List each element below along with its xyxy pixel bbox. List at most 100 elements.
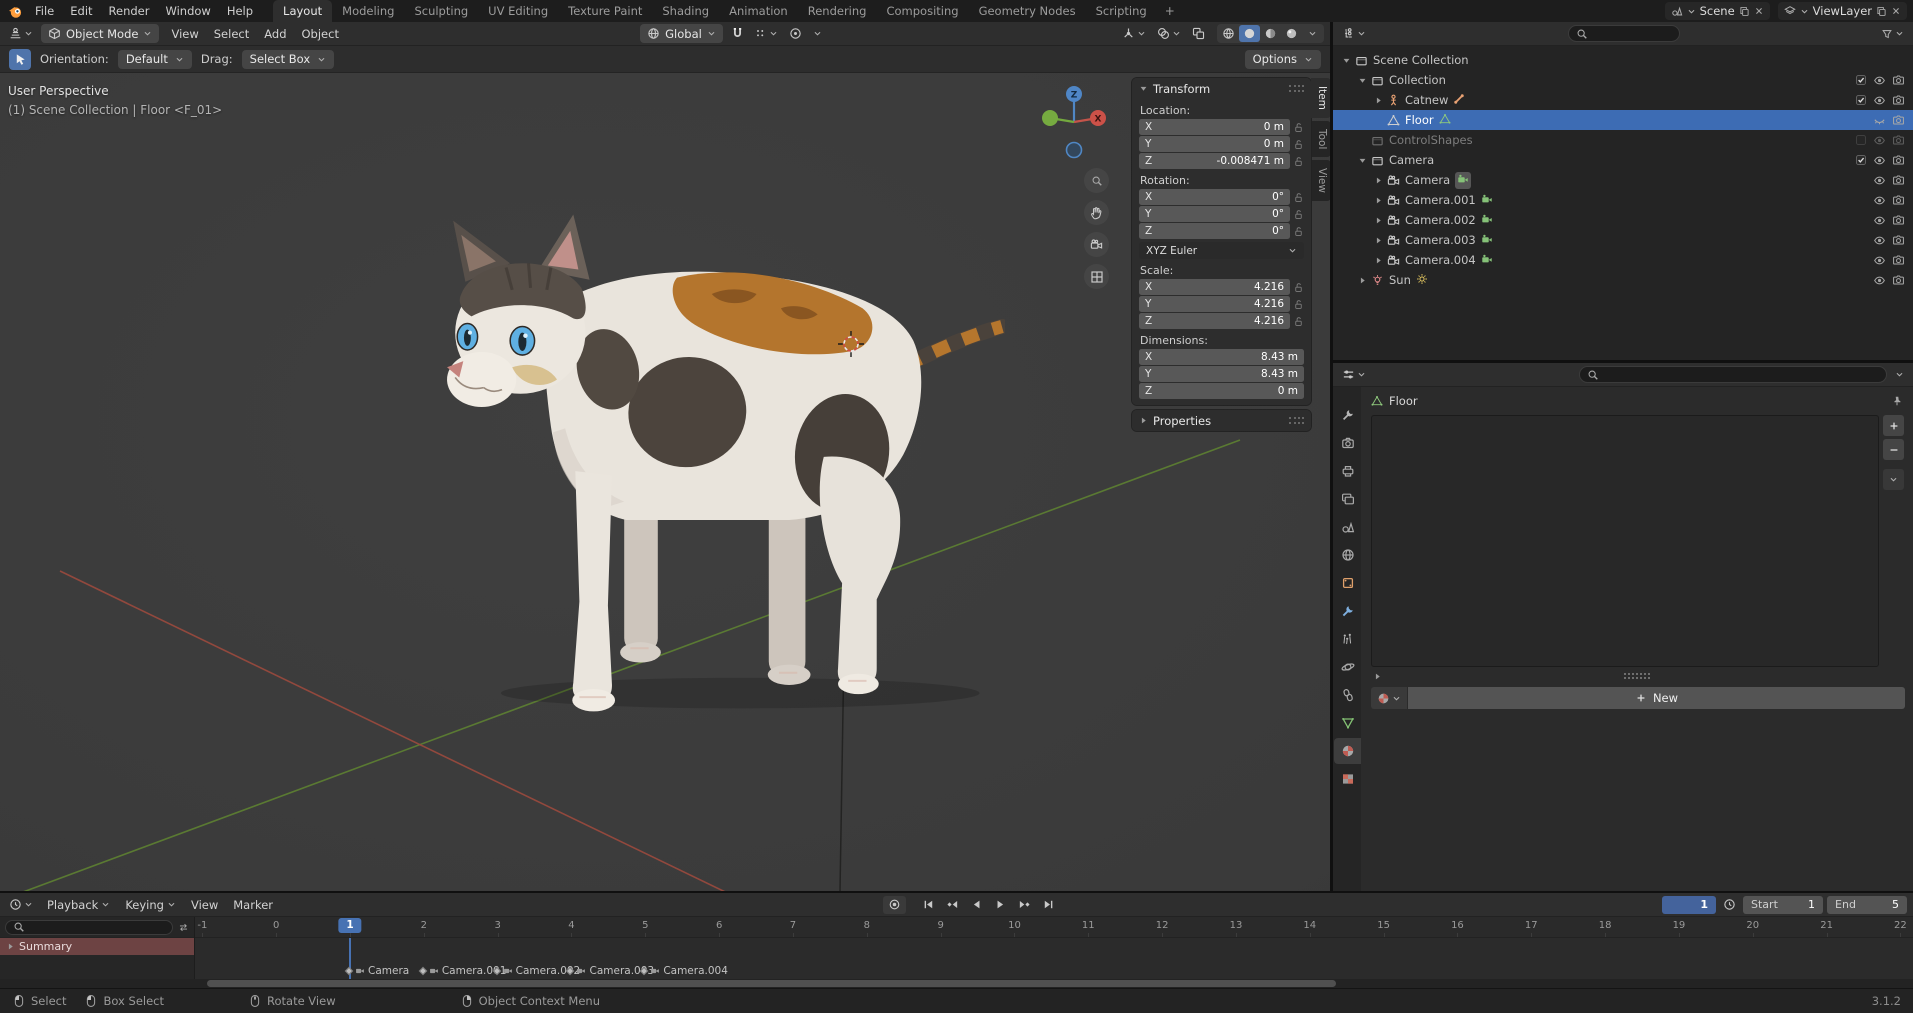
transform-rotation-y-field[interactable]: Y 0° [1139, 206, 1290, 222]
play-button[interactable] [989, 896, 1012, 914]
frame-start-field[interactable]: Start 1 [1743, 895, 1824, 914]
menu-render[interactable]: Render [101, 2, 158, 20]
properties-tab-world[interactable] [1334, 542, 1361, 568]
properties-tab-physics[interactable] [1334, 654, 1361, 680]
timeline-scrollbar[interactable] [0, 979, 1913, 988]
proportional-editing-toggle[interactable] [786, 25, 805, 42]
pin-icon[interactable] [1891, 395, 1903, 407]
properties-tab-view-layer[interactable] [1334, 486, 1361, 512]
snap-toggle[interactable] [728, 25, 747, 42]
hide-viewport-toggle[interactable] [1870, 194, 1889, 207]
properties-tab-object[interactable] [1334, 570, 1361, 596]
remove-slot-button[interactable] [1883, 439, 1904, 460]
hide-viewport-toggle[interactable] [1870, 274, 1889, 287]
disclosure-triangle[interactable] [1355, 156, 1369, 165]
disable-render-toggle[interactable] [1889, 234, 1908, 247]
lock-icon[interactable] [1293, 122, 1304, 133]
properties-tab-scene[interactable] [1334, 514, 1361, 540]
shading-wireframe-button[interactable] [1218, 25, 1239, 42]
mode-dropdown[interactable]: Object Mode [41, 24, 160, 43]
disclosure-triangle[interactable] [1371, 256, 1385, 265]
outliner-row-camera-004[interactable]: Camera.004 [1333, 250, 1913, 270]
transform-panel-header[interactable]: Transform [1132, 78, 1311, 99]
menu-file[interactable]: File [27, 2, 62, 20]
editor-type-button[interactable] [6, 896, 36, 913]
transform-rotation-z-field[interactable]: Z 0° [1139, 223, 1290, 239]
show-overlays-dropdown[interactable] [1154, 25, 1184, 42]
panel-grip[interactable] [1289, 417, 1304, 424]
transform-dimensions-y-field[interactable]: Y 8.43 m [1139, 366, 1304, 382]
summary-channel[interactable]: Summary [0, 938, 194, 955]
transform-dimensions-z-field[interactable]: Z0 m [1139, 383, 1304, 399]
camera-marker-camera[interactable]: Camera [344, 965, 409, 977]
transform-scale-x-field[interactable]: X 4.216 [1139, 279, 1290, 295]
properties-subpanel-header[interactable]: Properties [1132, 410, 1311, 431]
disclosure-triangle[interactable] [1355, 76, 1369, 85]
workspace-tab-shading[interactable]: Shading [652, 0, 719, 22]
hide-viewport-toggle[interactable] [1870, 94, 1889, 107]
disable-render-toggle[interactable] [1889, 254, 1908, 267]
lock-icon[interactable] [1293, 209, 1304, 220]
resize-grip[interactable] [1624, 673, 1650, 679]
close-icon[interactable] [1754, 6, 1764, 16]
outliner-row-collection[interactable]: Collection [1333, 70, 1913, 90]
navigation-gizmo[interactable]: Z X [1034, 80, 1114, 160]
auto-keying-button[interactable] [882, 895, 906, 914]
outliner-row-scene-collection[interactable]: Scene Collection [1333, 50, 1913, 70]
properties-tab-render[interactable] [1334, 430, 1361, 456]
properties-tab-modifiers[interactable] [1334, 598, 1361, 624]
close-icon[interactable] [1891, 6, 1901, 16]
sidebar-tab-item[interactable]: Item [1311, 78, 1330, 118]
camera-view-button[interactable] [1084, 232, 1109, 257]
lock-icon[interactable] [1293, 139, 1304, 150]
hide-viewport-toggle[interactable] [1870, 254, 1889, 267]
outliner-row-camera-003[interactable]: Camera.003 [1333, 230, 1913, 250]
active-tool-button[interactable] [9, 48, 31, 70]
lock-icon[interactable] [1293, 192, 1304, 203]
scrollbar-thumb[interactable] [207, 980, 1336, 987]
prev-keyframe-button[interactable] [941, 896, 964, 914]
exclude-checkbox[interactable] [1851, 74, 1870, 86]
current-frame-field[interactable]: 1 [1662, 895, 1717, 914]
menu-edit[interactable]: Edit [62, 2, 100, 20]
transform-scale-y-field[interactable]: Y 4.216 [1139, 296, 1290, 312]
3d-viewport[interactable]: Orientation: Default Drag: Select Box Op… [0, 46, 1330, 891]
disable-render-toggle[interactable] [1889, 114, 1908, 127]
workspace-tab-animation[interactable]: Animation [719, 0, 798, 22]
disclosure-triangle[interactable] [1371, 96, 1385, 105]
properties-tab-tool[interactable] [1334, 402, 1361, 428]
outliner-search-input[interactable] [1592, 27, 1672, 40]
view-layer-selector[interactable]: ViewLayer [1777, 2, 1907, 20]
properties-options[interactable] [1892, 368, 1907, 381]
hide-viewport-toggle[interactable] [1870, 114, 1889, 127]
breadcrumb-object-name[interactable]: Floor [1389, 394, 1418, 408]
editor-type-button[interactable] [6, 25, 36, 42]
hide-viewport-toggle[interactable] [1870, 154, 1889, 167]
viewport-menu-object[interactable]: Object [295, 25, 346, 43]
properties-tab-constraints[interactable] [1334, 682, 1361, 708]
jump-to-start-button[interactable] [917, 896, 940, 914]
play-reverse-button[interactable] [965, 896, 988, 914]
sidebar-tab-view[interactable]: View [1311, 160, 1330, 202]
new-scene-icon[interactable] [1739, 6, 1750, 17]
exclude-checkbox[interactable] [1851, 134, 1870, 146]
workspace-tab-scripting[interactable]: Scripting [1086, 0, 1157, 22]
disable-render-toggle[interactable] [1889, 134, 1908, 147]
tool-orientation-dropdown[interactable]: Default [117, 49, 192, 69]
slot-specials-dropdown[interactable] [1883, 469, 1904, 490]
menu-help[interactable]: Help [219, 2, 261, 20]
disclosure-triangle[interactable] [1371, 196, 1385, 205]
workspace-tab-compositing[interactable]: Compositing [876, 0, 968, 22]
disclosure-triangle[interactable] [1371, 236, 1385, 245]
properties-search[interactable] [1579, 366, 1887, 383]
hide-viewport-toggle[interactable] [1870, 134, 1889, 147]
next-keyframe-button[interactable] [1013, 896, 1036, 914]
lock-icon[interactable] [1293, 316, 1304, 327]
xray-toggle[interactable] [1189, 25, 1208, 42]
workspace-tab-modeling[interactable]: Modeling [332, 0, 404, 22]
timeline-menu-view[interactable]: View [184, 896, 225, 914]
properties-tab-texture[interactable] [1334, 766, 1361, 792]
workspace-tab-geometry-nodes[interactable]: Geometry Nodes [969, 0, 1086, 22]
jump-to-end-button[interactable] [1037, 896, 1060, 914]
disable-render-toggle[interactable] [1889, 194, 1908, 207]
